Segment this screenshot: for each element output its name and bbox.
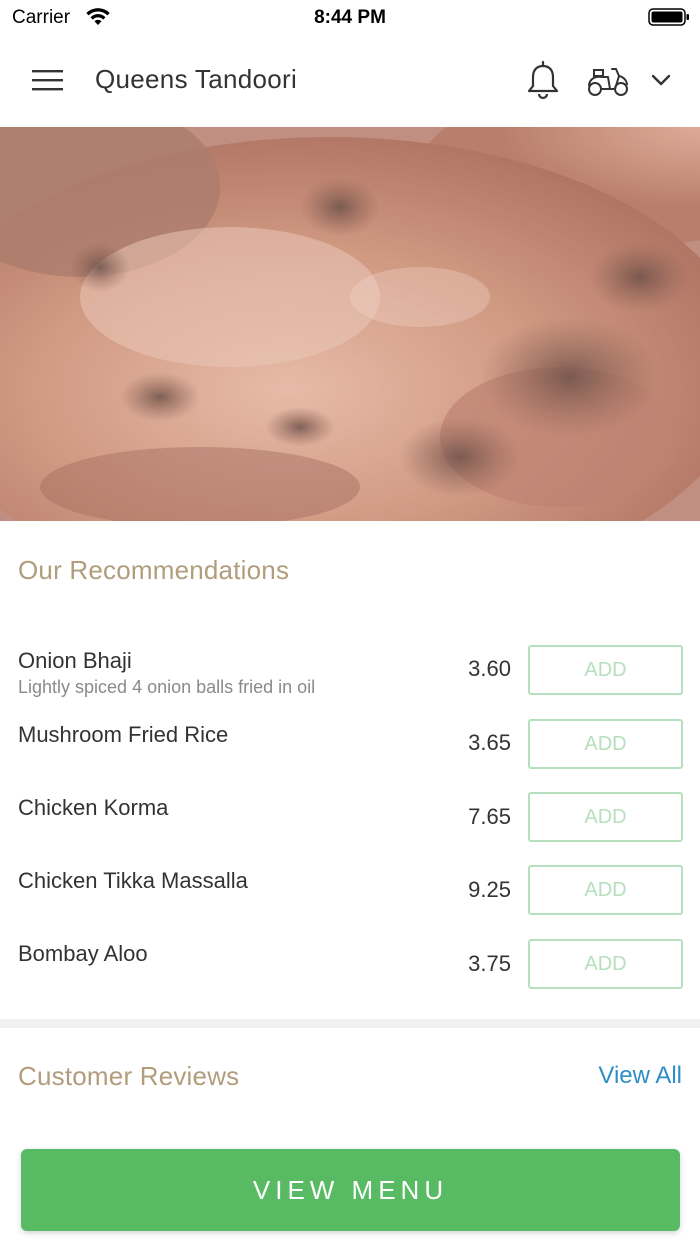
item-name: Onion Bhaji xyxy=(18,648,132,673)
menu-item: Bombay Aloo 3.75 ADD xyxy=(0,939,700,1009)
tandoori-chicken-photo xyxy=(0,127,700,521)
menu-item: Mushroom Fried Rice 3.65 ADD xyxy=(0,719,700,789)
menu-item: Chicken Tikka Massalla 9.25 ADD xyxy=(0,865,700,935)
add-button[interactable]: ADD xyxy=(528,792,683,842)
item-price: 3.65 xyxy=(468,730,511,755)
hamburger-menu-icon[interactable] xyxy=(32,68,64,92)
menu-item: Onion Bhaji Lightly spiced 4 onion balls… xyxy=(0,645,700,715)
hero-food-image xyxy=(0,127,700,521)
item-price: 7.65 xyxy=(468,804,511,829)
item-name: Chicken Korma xyxy=(18,795,169,820)
bell-icon[interactable] xyxy=(526,60,560,100)
item-name: Bombay Aloo xyxy=(18,941,148,966)
view-menu-button[interactable]: VIEW MENU xyxy=(21,1149,680,1231)
item-name: Mushroom Fried Rice xyxy=(18,722,229,747)
chevron-down-icon[interactable] xyxy=(650,70,672,90)
recommendations-heading: Our Recommendations xyxy=(18,555,290,585)
status-bar: Carrier 8:44 PM xyxy=(0,0,700,34)
customer-reviews-heading: Customer Reviews xyxy=(18,1061,240,1091)
add-button[interactable]: ADD xyxy=(528,719,683,769)
app-header: Queens Tandoori xyxy=(0,34,700,127)
item-price: 3.60 xyxy=(468,656,511,681)
clock-time: 8:44 PM xyxy=(314,7,386,28)
menu-item: Chicken Korma 7.65 ADD xyxy=(0,792,700,862)
item-price: 9.25 xyxy=(468,877,511,902)
add-button[interactable]: ADD xyxy=(528,865,683,915)
item-price: 3.75 xyxy=(468,951,511,976)
scooter-delivery-icon[interactable] xyxy=(586,64,630,98)
section-divider xyxy=(0,1019,700,1028)
restaurant-title: Queens Tandoori xyxy=(95,64,298,94)
add-button[interactable]: ADD xyxy=(528,939,683,989)
battery-icon xyxy=(648,8,689,26)
add-button[interactable]: ADD xyxy=(528,645,683,695)
item-name: Chicken Tikka Massalla xyxy=(18,868,248,893)
item-description: Lightly spiced 4 onion balls fried in oi… xyxy=(18,677,316,697)
view-all-reviews-link[interactable]: View All xyxy=(598,1062,682,1090)
